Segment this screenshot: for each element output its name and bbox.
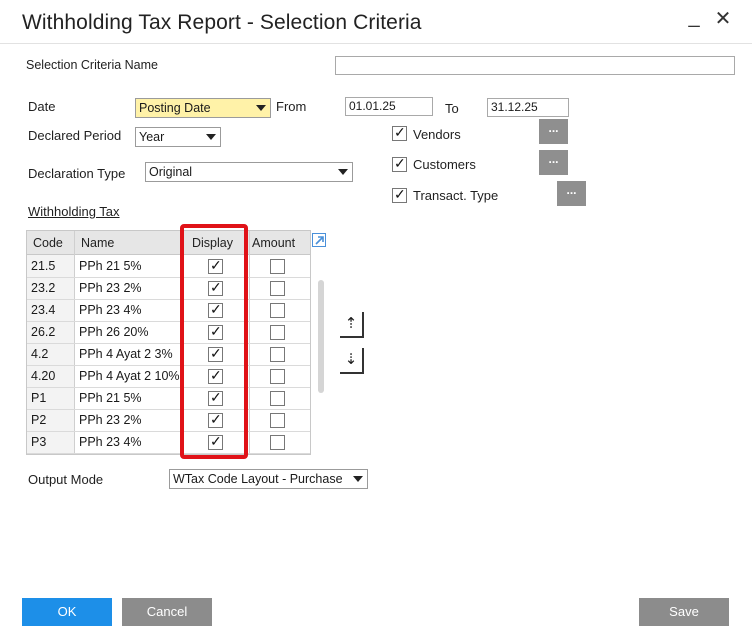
vendors-label: Vendors	[413, 127, 461, 142]
row-name-cell[interactable]: PPh 23 4%	[75, 431, 182, 453]
cancel-button[interactable]: Cancel	[122, 598, 212, 626]
row-code-cell[interactable]: P2	[27, 409, 74, 431]
declared-period-value: Year	[139, 130, 165, 144]
amount-checkbox[interactable]	[270, 413, 285, 428]
output-mode-dropdown[interactable]: WTax Code Layout - Purchase	[169, 469, 368, 489]
row-code-cell[interactable]: 4.20	[27, 365, 74, 387]
date-type-value: Posting Date	[139, 101, 211, 115]
column-header-name: Name	[81, 236, 115, 250]
minimize-button[interactable]: _	[683, 6, 705, 28]
checkmark-icon: ✓	[394, 186, 406, 202]
selection-criteria-name-label: Selection Criteria Name	[26, 58, 158, 72]
checkmark-icon: ✓	[394, 155, 406, 171]
row-name-cell[interactable]: PPh 21 5%	[75, 255, 182, 277]
row-name-cell[interactable]: PPh 23 2%	[75, 409, 182, 431]
selection-criteria-name-input[interactable]	[335, 56, 735, 75]
expand-icon[interactable]	[312, 233, 326, 247]
column-header-amount: Amount	[252, 236, 296, 250]
to-date-input[interactable]: 31.12.25	[487, 98, 569, 117]
row-code-cell[interactable]: P3	[27, 431, 74, 453]
date-label: Date	[28, 99, 56, 114]
amount-checkbox[interactable]	[270, 347, 285, 362]
row-code-cell[interactable]: 26.2	[27, 321, 74, 343]
row-name-cell[interactable]: PPh 4 Ayat 2 10%	[75, 365, 182, 387]
move-down-button[interactable]: ⇣	[340, 348, 364, 374]
row-code-cell[interactable]: 4.2	[27, 343, 74, 365]
chevron-down-icon	[256, 105, 266, 111]
transact-type-label: Transact. Type	[413, 188, 499, 203]
declaration-type-label: Declaration Type	[28, 166, 126, 181]
transact-type-checkbox[interactable]: ✓	[392, 186, 407, 203]
ok-button[interactable]: OK	[22, 598, 112, 626]
row-code-cell[interactable]: 23.4	[27, 299, 74, 321]
amount-checkbox[interactable]	[270, 435, 285, 450]
to-label: To	[445, 101, 459, 116]
selection-criteria-window: Withholding Tax Report - Selection Crite…	[0, 0, 752, 639]
move-up-button[interactable]: ⇡	[340, 312, 364, 338]
row-code-cell[interactable]: P1	[27, 387, 74, 409]
customers-select-button[interactable]: ...	[539, 150, 568, 175]
amount-checkbox[interactable]	[270, 391, 285, 406]
display-column-highlight	[180, 224, 248, 459]
window-title: Withholding Tax Report - Selection Crite…	[22, 11, 422, 34]
row-code-cell[interactable]: 21.5	[27, 255, 74, 277]
save-button[interactable]: Save	[639, 598, 729, 626]
transact-type-select-button[interactable]: ...	[557, 181, 586, 206]
arrow-up-icon: ⇡	[344, 315, 358, 332]
output-mode-label: Output Mode	[28, 472, 104, 487]
chevron-down-icon	[338, 169, 348, 175]
withholding-tax-label: Withholding Tax	[28, 204, 120, 219]
checkmark-icon: ✓	[394, 124, 406, 140]
date-type-dropdown[interactable]: Posting Date	[135, 98, 271, 118]
row-name-cell[interactable]: PPh 21 5%	[75, 387, 182, 409]
row-name-cell[interactable]: PPh 26 20%	[75, 321, 182, 343]
row-code-cell[interactable]: 23.2	[27, 277, 74, 299]
customers-checkbox[interactable]: ✓	[392, 155, 407, 172]
vendors-checkbox[interactable]: ✓	[392, 124, 407, 141]
grid-header: Code Name Display Amount	[27, 231, 310, 255]
amount-checkbox[interactable]	[270, 259, 285, 274]
declared-period-dropdown[interactable]: Year	[135, 127, 221, 147]
row-name-cell[interactable]: PPh 23 2%	[75, 277, 182, 299]
chevron-down-icon	[206, 134, 216, 140]
row-name-cell[interactable]: PPh 4 Ayat 2 3%	[75, 343, 182, 365]
declaration-type-dropdown[interactable]: Original	[145, 162, 353, 182]
withholding-tax-grid: Code Name Display Amount 21.5 PPh 21 5% ✓ 2…	[26, 230, 311, 455]
amount-checkbox[interactable]	[270, 303, 285, 318]
amount-checkbox[interactable]	[270, 325, 285, 340]
declaration-type-value: Original	[149, 165, 193, 179]
close-button[interactable]: ✕	[712, 8, 734, 30]
title-bar: Withholding Tax Report - Selection Crite…	[0, 0, 752, 44]
row-name-cell[interactable]: PPh 23 4%	[75, 299, 182, 321]
row-divider	[27, 453, 310, 454]
output-mode-value: WTax Code Layout - Purchase	[173, 472, 343, 486]
declared-period-label: Declared Period	[28, 128, 122, 143]
column-header-code: Code	[33, 236, 63, 250]
amount-checkbox[interactable]	[270, 369, 285, 384]
chevron-down-icon	[353, 476, 363, 482]
amount-checkbox[interactable]	[270, 281, 285, 296]
grid-scrollbar[interactable]	[318, 280, 324, 393]
vendors-select-button[interactable]: ...	[539, 119, 568, 144]
from-label: From	[276, 99, 307, 114]
from-date-input[interactable]: 01.01.25	[345, 97, 433, 116]
arrow-down-icon: ⇣	[344, 351, 358, 368]
customers-label: Customers	[413, 157, 476, 172]
